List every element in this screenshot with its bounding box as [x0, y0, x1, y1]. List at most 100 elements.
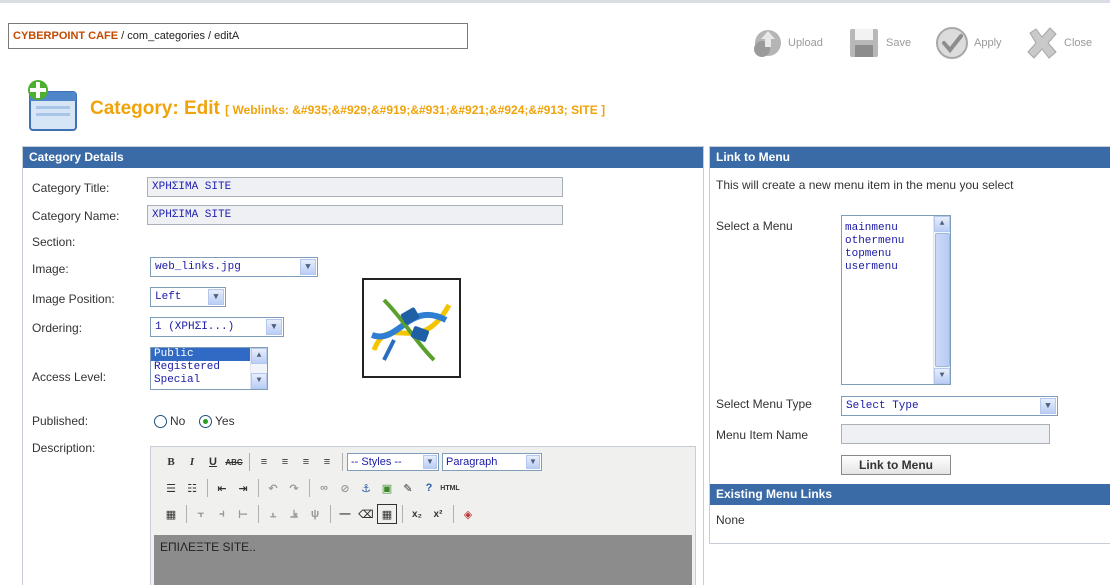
radio-selected-icon: [199, 414, 212, 428]
align-center-icon[interactable]: ≡: [275, 452, 295, 472]
menu-item-name-input[interactable]: [841, 424, 1050, 444]
html-icon[interactable]: HTML: [440, 478, 460, 498]
eraser-icon[interactable]: ⌫: [356, 504, 376, 524]
category-name-input[interactable]: ΧΡΗΣΙΜΑ SITE: [147, 205, 563, 225]
save-label: Save: [886, 37, 912, 49]
breadcrumb-site[interactable]: CYBERPOINT CAFE: [13, 30, 118, 42]
chevron-down-icon: ▼: [300, 259, 316, 275]
apply-button[interactable]: Apply: [934, 25, 1002, 61]
category-name-label: Category Name:: [32, 209, 120, 223]
visual-aid-icon[interactable]: ▦: [377, 504, 397, 524]
menu-type-select[interactable]: Select Type ▼: [841, 396, 1058, 416]
undo-icon[interactable]: ↶: [263, 478, 283, 498]
chevron-down-icon: ▼: [266, 319, 282, 335]
editor-toolbar-row-3: ▦ ⫟ ⫞ ⊢ ⫠ ⫡ ψ — ⌫ ▦ x₂ x² ◈: [161, 503, 479, 525]
toolbar: CYBERPOINT CAFE / com_categories / editA…: [0, 0, 1110, 64]
image-position-select[interactable]: Left ▼: [150, 287, 226, 307]
unlink-icon[interactable]: ⊘: [335, 478, 355, 498]
link-to-menu-button[interactable]: Link to Menu: [841, 455, 951, 475]
cleanup-icon[interactable]: ✎: [398, 478, 418, 498]
menu-type-value: Select Type: [846, 400, 919, 412]
chevron-down-icon: ▼: [208, 289, 224, 305]
underline-icon[interactable]: U: [203, 452, 223, 472]
row-before-icon[interactable]: ⫟: [191, 504, 211, 524]
row-after-icon[interactable]: ⫞: [212, 504, 232, 524]
align-left-icon[interactable]: ≡: [254, 452, 274, 472]
save-button[interactable]: Save: [846, 25, 911, 61]
access-level-label: Access Level:: [32, 370, 107, 384]
anchor-icon[interactable]: ⚓: [356, 478, 376, 498]
access-scrollbar[interactable]: ▲ ▼: [250, 348, 267, 389]
category-details-heading: Category Details: [23, 147, 703, 168]
toolbar-divider: [207, 479, 208, 497]
link-to-menu-heading: Link to Menu: [710, 147, 1110, 168]
category-image-preview: [362, 278, 461, 378]
existing-menu-links-value: None: [716, 513, 745, 527]
menu-listbox[interactable]: mainmenu othermenu topmenu usermenu ▲ ▼: [841, 215, 951, 385]
toolbar-divider: [453, 505, 454, 523]
editor-toolbar-row-2: ☰ ☷ ⇤ ⇥ ↶ ↷ ∞ ⊘ ⚓ ▣ ✎ ? HTML: [161, 477, 461, 499]
editor-toolbar-row-1: B I U ABC ≡ ≡ ≡ ≡ -- Styles -- ▼ Paragra…: [161, 451, 545, 473]
ordering-select[interactable]: 1 (ΧΡΗΣΙ...) ▼: [150, 317, 284, 337]
outdent-icon[interactable]: ⇤: [212, 478, 232, 498]
select-menu-type-label: Select Menu Type: [716, 397, 812, 411]
delete-row-icon[interactable]: ⊢: [233, 504, 253, 524]
floppy-disk-icon: [850, 29, 878, 57]
superscript-icon[interactable]: x²: [428, 504, 448, 524]
align-right-icon[interactable]: ≡: [296, 452, 316, 472]
italic-icon[interactable]: I: [182, 452, 202, 472]
published-no-radio[interactable]: No: [154, 414, 185, 428]
redo-icon[interactable]: ↷: [284, 478, 304, 498]
category-title-input[interactable]: ΧΡΗΣΙΜΑ SITE: [147, 177, 563, 197]
scroll-thumb[interactable]: [935, 233, 950, 367]
checkmark-icon: [936, 27, 968, 59]
toolbar-divider: [258, 479, 259, 497]
horizontal-rule-icon[interactable]: —: [335, 504, 355, 524]
toolbar-divider: [186, 505, 187, 523]
scroll-down-icon[interactable]: ▼: [251, 373, 267, 389]
upload-label: Upload: [788, 37, 823, 49]
styles-select[interactable]: -- Styles -- ▼: [347, 453, 439, 471]
upload-button[interactable]: Upload: [748, 25, 823, 61]
format-select-value: Paragraph: [446, 456, 498, 468]
col-before-icon[interactable]: ⫠: [263, 504, 283, 524]
breadcrumb-path: / com_categories / editA: [118, 30, 240, 42]
editor-content[interactable]: ΕΠΙΛΕΞΤΕ SITE..: [154, 535, 692, 585]
strikethrough-icon[interactable]: ABC: [224, 452, 244, 472]
numbered-list-icon[interactable]: ☷: [182, 478, 202, 498]
image-position-value: Left: [155, 291, 182, 303]
image-icon[interactable]: ▣: [377, 478, 397, 498]
help-icon[interactable]: ?: [419, 478, 439, 498]
image-select[interactable]: web_links.jpg ▼: [150, 257, 318, 277]
menu-scrollbar[interactable]: ▲ ▼: [933, 216, 950, 384]
access-level-listbox[interactable]: Public Registered Special ▲ ▼: [150, 347, 268, 390]
published-no-label: No: [170, 414, 186, 428]
toolbar-divider: [402, 505, 403, 523]
special-char-icon[interactable]: ◈: [458, 504, 478, 524]
breadcrumb: CYBERPOINT CAFE / com_categories / editA: [8, 23, 468, 49]
published-yes-radio[interactable]: Yes: [199, 414, 235, 428]
upload-icon: [754, 30, 781, 57]
select-menu-label: Select a Menu: [716, 219, 793, 233]
delete-col-icon[interactable]: ψ: [305, 504, 325, 524]
section-label: Section:: [32, 235, 76, 249]
bold-icon[interactable]: B: [161, 452, 181, 472]
link-to-menu-panel: Link to Menu This will create a new menu…: [709, 146, 1110, 544]
format-select[interactable]: Paragraph ▼: [442, 453, 542, 471]
scroll-up-icon[interactable]: ▲: [251, 348, 267, 364]
link-icon[interactable]: ∞: [314, 478, 334, 498]
close-button[interactable]: Close: [1024, 25, 1092, 61]
col-after-icon[interactable]: ⫡: [284, 504, 304, 524]
bullet-list-icon[interactable]: ☰: [161, 478, 181, 498]
toolbar-divider: [342, 453, 343, 471]
chevron-down-icon: ▼: [423, 455, 437, 469]
scroll-down-icon[interactable]: ▼: [934, 368, 950, 384]
scroll-up-icon[interactable]: ▲: [934, 216, 950, 232]
toolbar-divider: [309, 479, 310, 497]
table-icon[interactable]: ▦: [161, 504, 181, 524]
align-justify-icon[interactable]: ≡: [317, 452, 337, 472]
chevron-down-icon: ▼: [1040, 398, 1056, 414]
indent-icon[interactable]: ⇥: [233, 478, 253, 498]
published-label: Published:: [32, 414, 89, 428]
subscript-icon[interactable]: x₂: [407, 504, 427, 524]
